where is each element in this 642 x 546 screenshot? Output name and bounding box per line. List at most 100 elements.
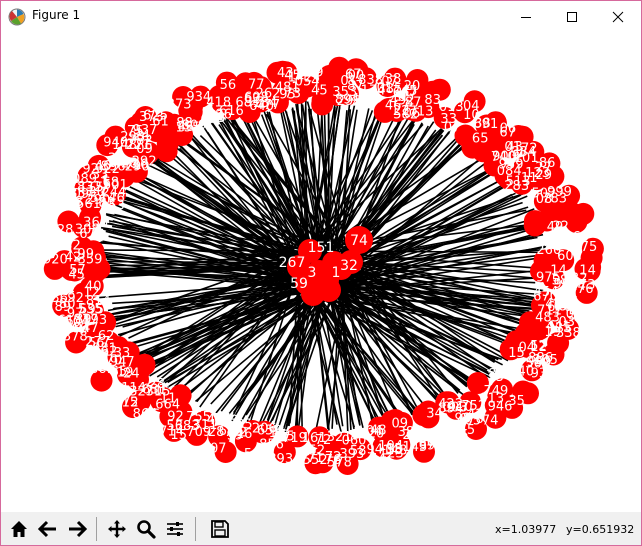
- close-icon: [612, 11, 624, 23]
- node-label: 72: [521, 142, 538, 157]
- node-label: 608: [244, 91, 269, 106]
- node-label: 35: [508, 394, 525, 409]
- node-label: 266: [536, 243, 561, 258]
- node-label: 96: [57, 314, 74, 329]
- home-icon: [11, 521, 27, 537]
- back-arrow-icon: [38, 520, 56, 538]
- node-label: 075: [572, 240, 597, 255]
- toolbar-separator: [195, 517, 196, 541]
- forward-button[interactable]: [64, 516, 90, 542]
- node-label: 81: [208, 109, 225, 124]
- node-label: 308: [75, 223, 100, 238]
- node-label: 502: [531, 186, 556, 201]
- node-label: 578: [327, 455, 352, 470]
- node-label: 09: [392, 416, 409, 431]
- close-button[interactable]: [595, 1, 641, 32]
- node-label: 45: [68, 268, 85, 283]
- node-label: 74: [482, 414, 499, 429]
- figure-canvas[interactable]: 013 206 625 06 470 34 72 287 87 19 89 595 60 782 36 299…: [1, 32, 641, 512]
- window-title: Figure 1: [32, 8, 81, 22]
- back-button[interactable]: [35, 516, 61, 542]
- node-label: 10: [463, 108, 480, 123]
- node-label: 46: [95, 159, 112, 174]
- node-label: 00: [348, 68, 365, 83]
- matplotlib-app-icon: [8, 8, 26, 26]
- node-label: 338: [556, 326, 581, 341]
- maximize-button[interactable]: [549, 1, 595, 32]
- node-label: 15: [273, 429, 290, 444]
- node-label: 378: [63, 330, 88, 345]
- node-label: 22: [552, 220, 569, 235]
- node-label: 422: [438, 397, 463, 412]
- node-label: 02: [231, 425, 248, 440]
- title-bar[interactable]: Figure 1: [1, 1, 641, 32]
- node-label: 01: [377, 81, 394, 96]
- zoom-icon: [137, 520, 156, 539]
- node-label: 42: [467, 408, 484, 423]
- node-label: 876: [488, 367, 513, 382]
- forward-arrow-icon: [69, 520, 87, 538]
- pan-button[interactable]: [104, 516, 130, 542]
- node-label: 94: [367, 442, 384, 457]
- central-node-label: 3: [308, 265, 317, 281]
- node-label: 95: [279, 88, 296, 103]
- node-label: 749: [483, 384, 508, 399]
- x-coordinate-readout: x=1.03977: [495, 523, 557, 536]
- node-label: 45: [311, 84, 328, 99]
- node-label: 04: [519, 340, 536, 355]
- navigation-toolbar: x=1.03977 y=0.651932: [1, 512, 641, 545]
- node-label: 89: [335, 93, 352, 108]
- node-label: 77: [214, 412, 231, 427]
- node-label: 528: [49, 223, 74, 238]
- central-node-label: 151: [308, 240, 335, 256]
- node-label: 373: [139, 110, 164, 125]
- central-node-label: 267: [279, 255, 306, 271]
- node-label: 709: [186, 425, 211, 440]
- node-label: 05: [452, 428, 469, 443]
- node-label: 71: [125, 158, 142, 173]
- home-button[interactable]: [6, 516, 32, 542]
- node-label: 484: [351, 92, 376, 107]
- node-label: 67: [499, 126, 516, 141]
- node-label: 14: [579, 264, 596, 279]
- node-label: 873: [167, 98, 192, 113]
- node-label: 11: [160, 391, 177, 406]
- figure-window: Figure 1 013 206 625 06 470 34 72 287 87 19 89 595 6…: [0, 0, 642, 546]
- node-label: 56: [220, 78, 237, 93]
- node-label: 58: [552, 273, 569, 288]
- node-label: 189: [426, 435, 451, 450]
- node-label: 40: [85, 280, 102, 295]
- network-graph: 0132066250647034722878719895956078236299…: [43, 56, 604, 475]
- save-button[interactable]: [207, 516, 233, 542]
- node-label: 07: [210, 441, 227, 456]
- configure-subplots-icon: [167, 522, 183, 536]
- graph-node: [155, 140, 178, 163]
- node-label: 060: [342, 433, 367, 448]
- node-label: 46: [108, 191, 125, 206]
- node-label: 893: [268, 452, 293, 467]
- toolbar-separator: [96, 517, 97, 541]
- node-label: 864: [133, 407, 158, 422]
- save-icon: [211, 520, 229, 538]
- node-label: 42: [65, 251, 82, 266]
- node-label: 33: [440, 112, 457, 127]
- central-node-label: 59: [290, 276, 308, 292]
- zoom-button[interactable]: [133, 516, 159, 542]
- configure-subplots-button[interactable]: [162, 516, 188, 542]
- node-label: 88: [176, 116, 193, 131]
- node-label: 123: [525, 166, 550, 181]
- node-label: 48: [370, 424, 387, 439]
- node-label: 552: [303, 453, 328, 468]
- maximize-icon: [567, 12, 577, 22]
- node-label: 814: [86, 294, 111, 309]
- central-node-label: 32: [340, 258, 358, 274]
- node-label: 540: [509, 364, 534, 379]
- central-node-label: 1: [332, 265, 341, 281]
- node-label: 293: [120, 130, 145, 145]
- node-label: 65: [472, 132, 489, 147]
- minimize-button[interactable]: [503, 1, 549, 32]
- node-label: 959: [499, 158, 524, 173]
- node-label: 582: [393, 107, 418, 122]
- y-coordinate-readout: y=0.651932: [566, 523, 635, 536]
- node-label: 77: [83, 349, 100, 364]
